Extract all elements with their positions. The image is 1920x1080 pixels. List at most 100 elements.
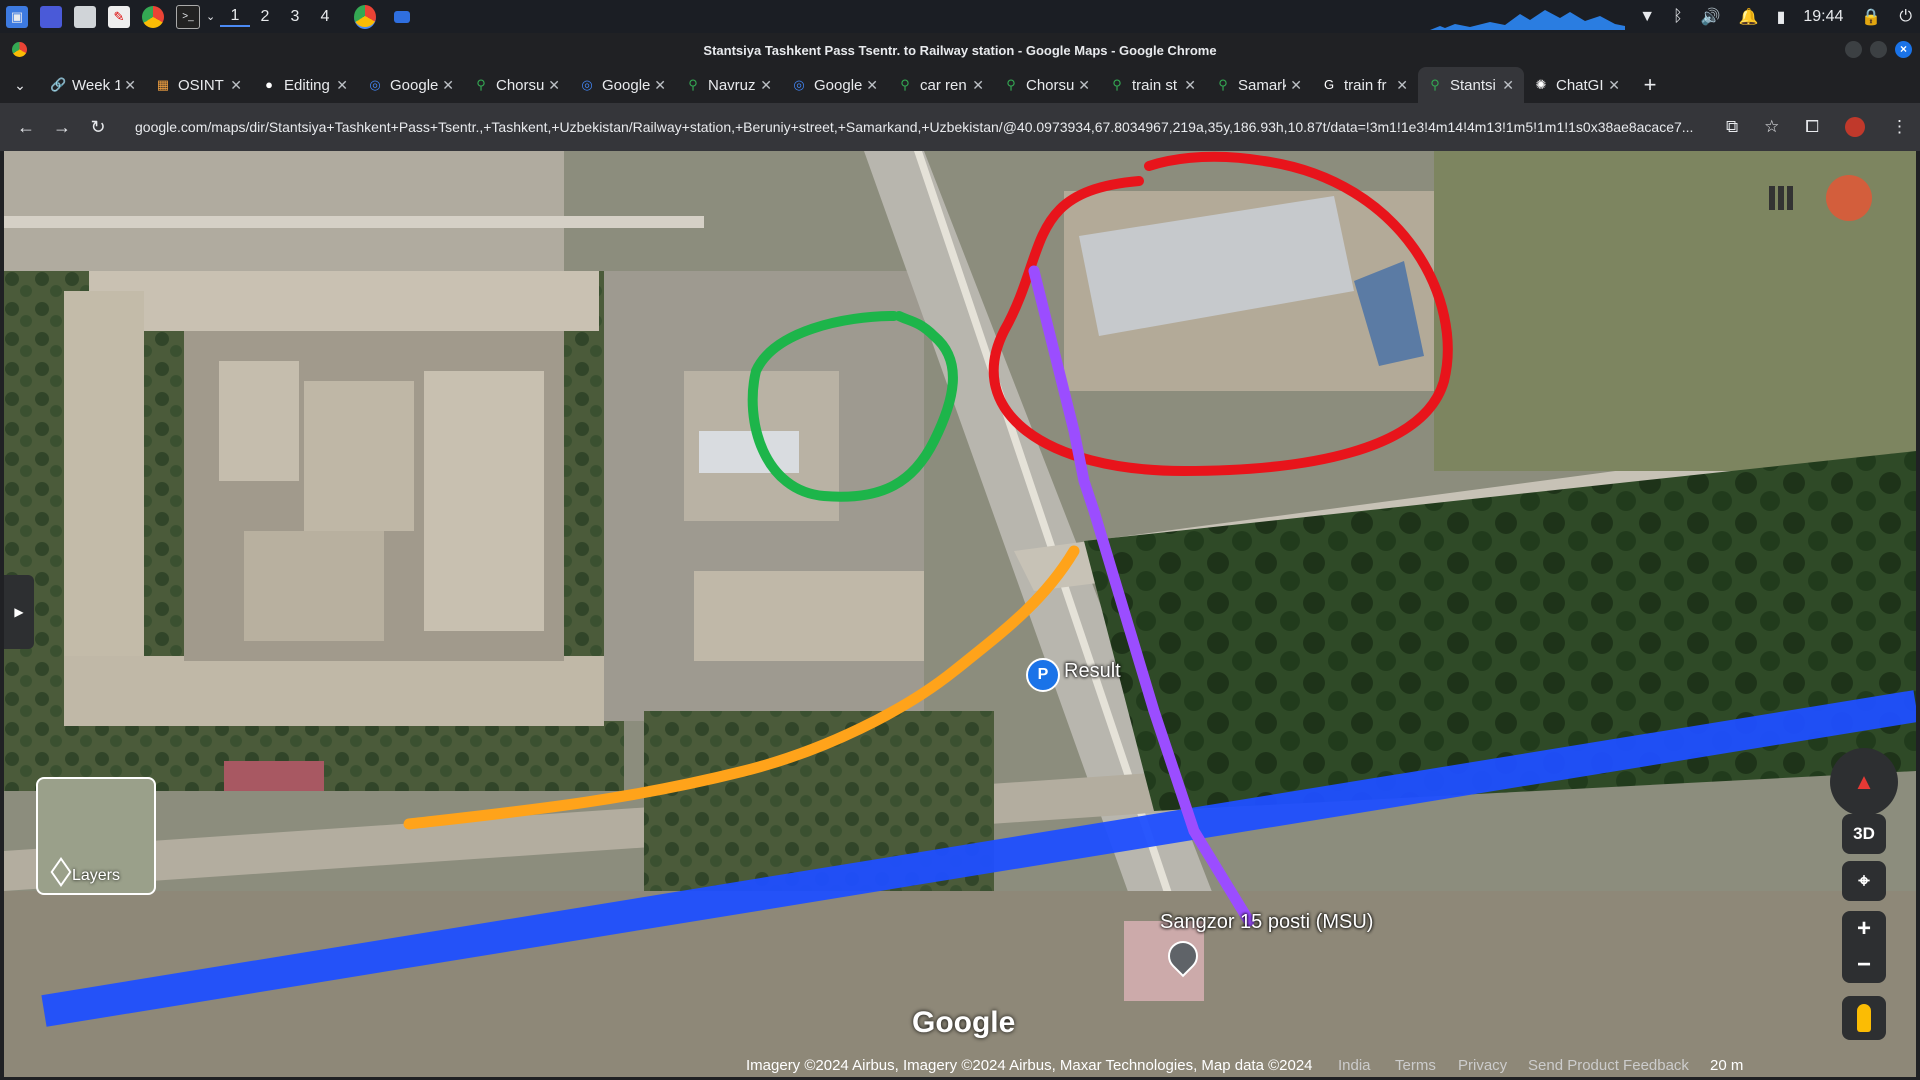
apps-grid-icon[interactable] bbox=[1769, 186, 1793, 210]
tab-3[interactable]: ◎ Google ✕ bbox=[358, 67, 464, 103]
result-label[interactable]: Result bbox=[1064, 660, 1121, 683]
bookmark-star-icon[interactable]: ☆ bbox=[1764, 117, 1779, 137]
tab-11[interactable]: ⚲ Samark ✕ bbox=[1206, 67, 1312, 103]
map-attribution: Imagery ©2024 Airbus, Imagery ©2024 Airb… bbox=[0, 1057, 1920, 1077]
tab-label: Navruz bbox=[708, 76, 756, 94]
tab-label: Google bbox=[602, 76, 651, 94]
privacy-link[interactable]: Privacy bbox=[1458, 1057, 1507, 1074]
close-icon[interactable]: ✕ bbox=[1290, 77, 1302, 94]
my-location-button[interactable]: ⌖ bbox=[1842, 861, 1886, 901]
chevron-down-icon[interactable]: ⌄ bbox=[206, 10, 220, 23]
feedback-link[interactable]: Send Product Feedback bbox=[1528, 1057, 1689, 1074]
notification-bell-icon[interactable]: 🔔 bbox=[1739, 7, 1759, 27]
tab-4[interactable]: ⚲ Chorsu ✕ bbox=[464, 67, 570, 103]
reload-button[interactable]: ↻ bbox=[80, 117, 116, 138]
tab-label: Week 1 bbox=[72, 76, 121, 94]
forward-button[interactable]: → bbox=[44, 117, 80, 138]
close-icon[interactable]: ✕ bbox=[1608, 77, 1620, 94]
close-icon[interactable]: ✕ bbox=[654, 77, 666, 94]
tab-1[interactable]: ▦ OSINT ✕ bbox=[146, 67, 252, 103]
power-icon[interactable]: ⏻ bbox=[1899, 8, 1912, 26]
maps-pin-icon: ⚲ bbox=[1430, 77, 1440, 92]
close-icon[interactable]: ✕ bbox=[760, 77, 772, 94]
expand-side-panel-button[interactable]: ▶ bbox=[4, 575, 34, 649]
close-icon[interactable]: ✕ bbox=[1502, 77, 1514, 94]
tab-label: Chorsu bbox=[496, 76, 545, 94]
desktop-icon[interactable] bbox=[40, 5, 62, 28]
terminal-icon[interactable]: >_ bbox=[176, 4, 200, 29]
tab-9[interactable]: ⚲ Chorsu ✕ bbox=[994, 67, 1100, 103]
compass-button[interactable]: ▲ bbox=[1830, 748, 1898, 816]
tab-2[interactable]: ● Editing ✕ bbox=[252, 67, 358, 103]
system-tray: ▼ ᛒ 🔊 🔔 ▮ 19:44 🔒 ⏻ bbox=[1639, 0, 1912, 33]
chrome-task-icon[interactable] bbox=[354, 4, 376, 29]
pegman-icon[interactable] bbox=[1842, 996, 1886, 1040]
maps-pin-icon: ⚲ bbox=[688, 77, 698, 92]
zoom-out-button[interactable]: − bbox=[1842, 947, 1886, 983]
zoom-in-button[interactable]: + bbox=[1842, 911, 1886, 947]
tab-6[interactable]: ⚲ Navruz ✕ bbox=[676, 67, 782, 103]
3d-toggle-button[interactable]: 3D bbox=[1842, 814, 1886, 854]
profile-avatar[interactable] bbox=[1845, 117, 1865, 137]
account-avatar[interactable] bbox=[1826, 175, 1872, 221]
tab-10[interactable]: ⚲ train st ✕ bbox=[1100, 67, 1206, 103]
tab-0[interactable]: 🔗 Week 1 ✕ bbox=[40, 67, 146, 103]
close-icon[interactable]: ✕ bbox=[124, 77, 136, 94]
url-field[interactable]: google.com/maps/dir/Stantsiya+Tashkent+P… bbox=[135, 103, 1705, 151]
layers-button[interactable]: Layers bbox=[36, 777, 156, 895]
wifi-icon[interactable]: ▼ bbox=[1639, 8, 1655, 26]
back-button[interactable]: ← bbox=[8, 117, 44, 138]
red-annotation bbox=[988, 151, 1453, 477]
layers-label: Layers bbox=[71, 867, 121, 884]
workspace-3[interactable]: 3 bbox=[280, 8, 310, 26]
extensions-icon[interactable]: ⧠ bbox=[1805, 117, 1819, 137]
tab-12[interactable]: Gtrain fr ✕ bbox=[1312, 67, 1418, 103]
bluetooth-icon[interactable]: ᛒ bbox=[1673, 8, 1683, 26]
app-task-icon[interactable] bbox=[394, 10, 410, 23]
window-titlebar: Stantsiya Tashkent Pass Tsentr. to Railw… bbox=[0, 33, 1920, 67]
minimize-button[interactable] bbox=[1845, 41, 1862, 58]
chatgpt-icon: ✺ bbox=[1535, 77, 1547, 92]
close-icon[interactable]: ✕ bbox=[442, 77, 454, 94]
tab-search-icon[interactable]: ⌄ bbox=[0, 77, 40, 94]
workspace-1[interactable]: 1 bbox=[220, 7, 250, 27]
tab-label: Samark bbox=[1238, 76, 1287, 94]
lock-icon[interactable]: 🔒 bbox=[1861, 7, 1881, 27]
tab-13[interactable]: ⚲ Stantsi ✕ bbox=[1418, 67, 1524, 103]
terms-link[interactable]: Terms bbox=[1395, 1057, 1436, 1074]
chrome-icon[interactable] bbox=[142, 5, 164, 28]
scale-bar[interactable]: 20 m bbox=[1710, 1057, 1743, 1074]
workspace-2[interactable]: 2 bbox=[250, 8, 280, 26]
close-icon[interactable]: ✕ bbox=[1078, 77, 1090, 94]
close-icon[interactable]: ✕ bbox=[972, 77, 984, 94]
install-app-icon[interactable]: ⧉ bbox=[1726, 117, 1738, 137]
close-icon[interactable]: ✕ bbox=[548, 77, 560, 94]
tab-label: Chorsu bbox=[1026, 76, 1075, 94]
close-icon[interactable]: ✕ bbox=[230, 77, 242, 94]
satellite-map[interactable]: P Result Sangzor 15 posti (MSU) Google ▶… bbox=[4, 151, 1916, 1077]
tab-5[interactable]: ◎ Google ✕ bbox=[570, 67, 676, 103]
region-link[interactable]: India bbox=[1338, 1057, 1371, 1074]
workspace-4[interactable]: 4 bbox=[310, 8, 340, 26]
close-icon[interactable]: ✕ bbox=[1396, 77, 1408, 94]
result-marker[interactable]: P bbox=[1026, 658, 1060, 692]
pdf-viewer-icon[interactable]: ✎ bbox=[108, 5, 130, 28]
menu-kebab-icon[interactable]: ⋮ bbox=[1891, 117, 1908, 137]
new-tab-button[interactable]: + bbox=[1630, 72, 1670, 98]
close-icon[interactable]: ✕ bbox=[336, 77, 348, 94]
volume-icon[interactable]: 🔊 bbox=[1701, 7, 1721, 27]
tab-7[interactable]: ◎ Google ✕ bbox=[782, 67, 888, 103]
tab-label: OSINT bbox=[178, 76, 224, 94]
kde-launcher-icon[interactable]: ▣ bbox=[6, 5, 28, 28]
tab-label: Editing bbox=[284, 76, 330, 94]
tab-8[interactable]: ⚲ car ren ✕ bbox=[888, 67, 994, 103]
clock[interactable]: 19:44 bbox=[1803, 8, 1843, 26]
place-label[interactable]: Sangzor 15 posti (MSU) bbox=[1160, 911, 1373, 934]
tab-14[interactable]: ✺ ChatGI ✕ bbox=[1524, 67, 1630, 103]
battery-icon[interactable]: ▮ bbox=[1777, 7, 1786, 27]
close-icon[interactable]: ✕ bbox=[866, 77, 878, 94]
maximize-button[interactable] bbox=[1870, 41, 1887, 58]
file-manager-icon[interactable] bbox=[74, 5, 96, 28]
close-window-button[interactable]: × bbox=[1895, 41, 1912, 58]
close-icon[interactable]: ✕ bbox=[1184, 77, 1196, 94]
